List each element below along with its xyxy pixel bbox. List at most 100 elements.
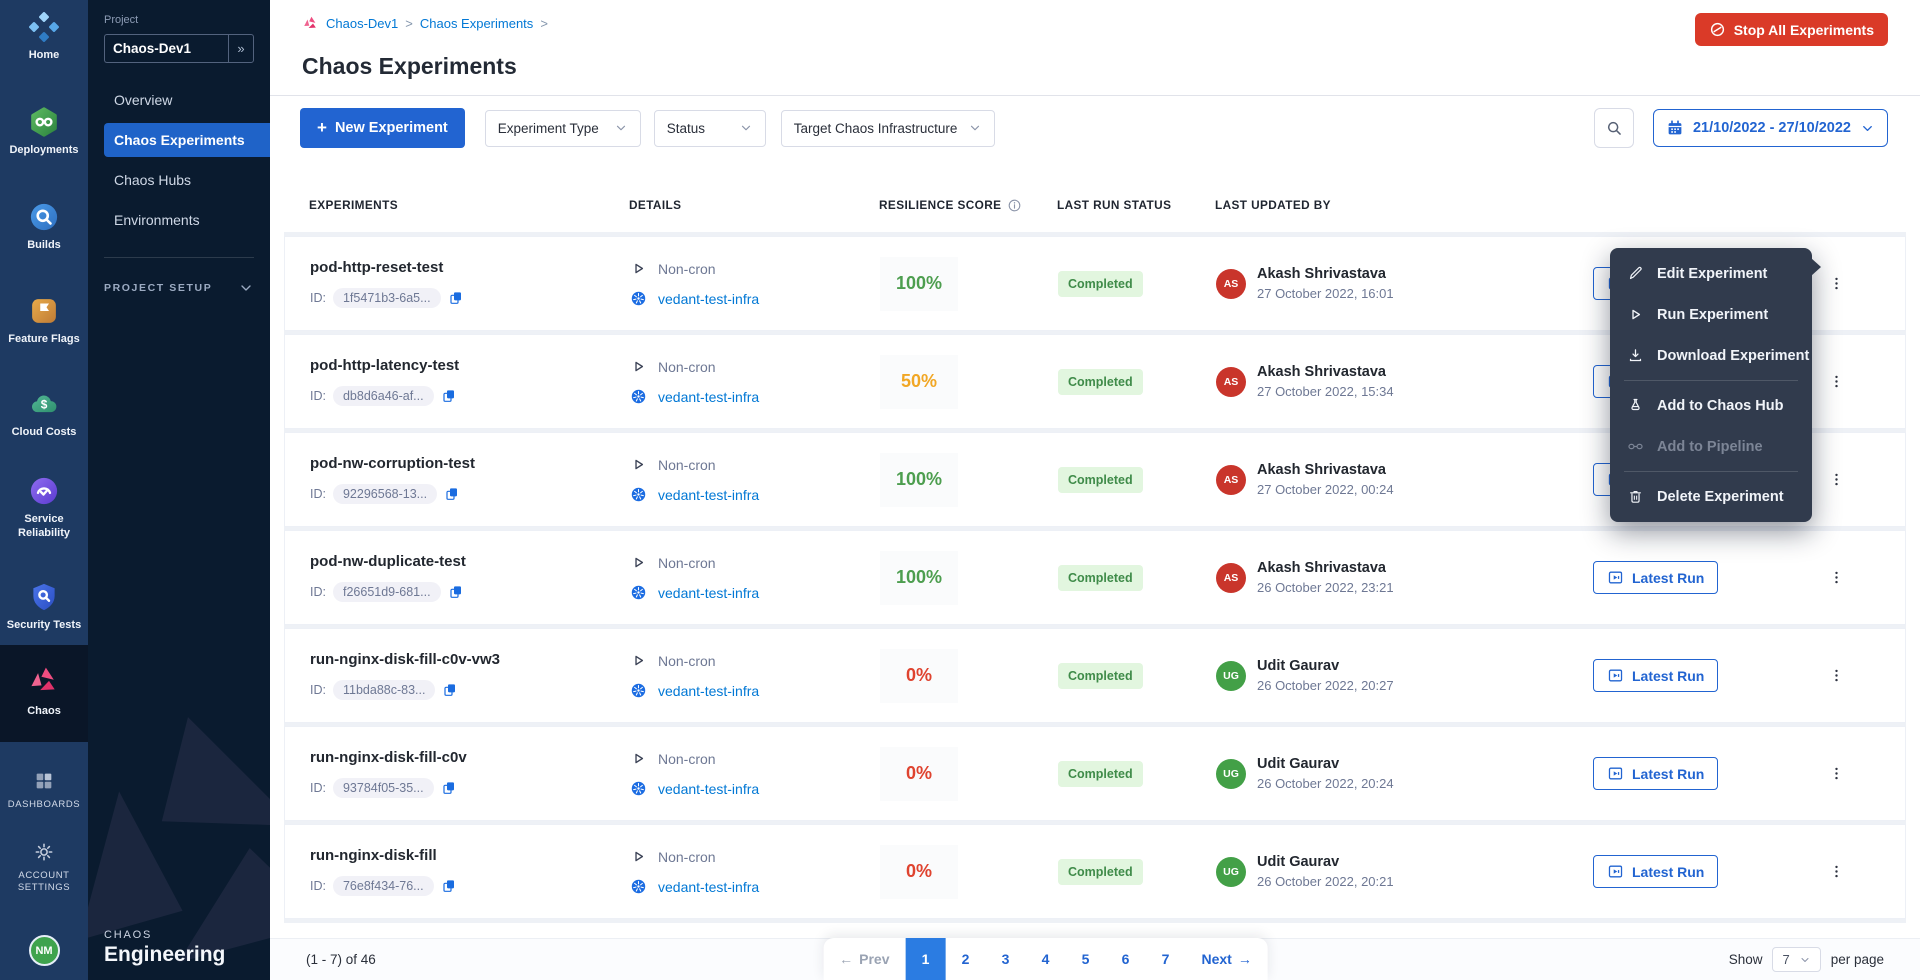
project-expand-button[interactable]: » [228,34,254,63]
infrastructure-link[interactable]: vedant-test-infra [658,487,759,503]
copy-icon[interactable] [444,486,460,502]
resilience-score: 100% [880,257,958,311]
project-name-input[interactable] [104,34,228,63]
cloud-costs-icon [28,389,60,419]
kebab-menu-icon[interactable] [1824,466,1849,493]
date-range-picker[interactable]: 21/10/2022 - 27/10/2022 [1653,109,1888,147]
experiment-name: run-nginx-disk-fill-c0v [310,749,630,766]
kebab-menu-icon[interactable] [1824,662,1849,689]
user-avatar[interactable]: NM [29,935,60,966]
rail-item-chaos-active[interactable]: Chaos [0,645,88,742]
updated-date: 27 October 2022, 00:24 [1257,482,1394,497]
project-selector: » [104,34,254,63]
infrastructure-link[interactable]: vedant-test-infra [658,585,759,601]
prev-page-button[interactable]: ←Prev [823,938,905,980]
menu-item-run-experiment[interactable]: Run Experiment [1610,294,1812,335]
latest-run-button[interactable]: Latest Run [1593,757,1718,790]
divider [104,257,254,258]
search-button[interactable] [1594,108,1634,148]
rail-item-home[interactable]: Home [0,12,88,63]
pagination-range: (1 - 7) of 46 [306,952,376,967]
experiment-id: 11bda88c-83... [333,680,435,700]
rail-item-builds[interactable]: Builds [0,202,88,253]
schedule-type: Non-cron [658,849,716,865]
rail-item-security-tests[interactable]: Security Tests [0,582,88,633]
infrastructure-link[interactable]: vedant-test-infra [658,781,759,797]
kubernetes-icon [630,486,647,503]
experiment-name: run-nginx-disk-fill [310,847,630,864]
sidebar-item-overview[interactable]: Overview [104,83,254,117]
latest-run-icon [1607,569,1624,586]
avatar: UG [1216,661,1246,691]
page-button-5[interactable]: 5 [1066,938,1106,980]
sidebar-item-chaos-hubs[interactable]: Chaos Hubs [104,163,254,197]
user-name: Udit Gaurav [1257,658,1394,674]
copy-icon[interactable] [441,780,457,796]
infrastructure-link[interactable]: vedant-test-infra [658,683,759,699]
project-setup-toggle[interactable]: PROJECT SETUP [104,280,254,296]
copy-icon[interactable] [448,290,464,306]
pipeline-icon [1627,438,1644,455]
infrastructure-link[interactable]: vedant-test-infra [658,389,759,405]
breadcrumb-link-project[interactable]: Chaos-Dev1 [326,16,398,31]
arrow-left-icon: ← [839,951,853,967]
copy-icon[interactable] [442,682,458,698]
updated-date: 26 October 2022, 20:27 [1257,678,1394,693]
latest-run-button[interactable]: Latest Run [1593,855,1718,888]
schedule-type: Non-cron [658,653,716,669]
infrastructure-link[interactable]: vedant-test-infra [658,291,759,307]
kebab-menu-icon[interactable] [1824,270,1849,297]
latest-run-button[interactable]: Latest Run [1593,659,1718,692]
rail-item-cloud-costs[interactable]: Cloud Costs [0,389,88,440]
target-infrastructure-filter[interactable]: Target Chaos Infrastructure [781,110,995,147]
sidebar-item-environments[interactable]: Environments [104,203,254,237]
security-tests-icon [29,582,59,612]
kebab-menu-icon[interactable] [1824,858,1849,885]
rail-item-account-settings[interactable]: ACCOUNT SETTINGS [0,841,88,894]
page-size-select[interactable]: 7 [1772,947,1820,972]
experiment-id: db8d6a46-af... [333,386,434,406]
user-name: Akash Shrivastava [1257,462,1394,478]
breadcrumb-link-chaos-experiments[interactable]: Chaos Experiments [420,16,533,31]
kebab-menu-icon[interactable] [1824,368,1849,395]
stop-all-experiments-button[interactable]: Stop All Experiments [1695,13,1888,46]
new-experiment-button[interactable]: + New Experiment [300,108,465,148]
kebab-menu-icon[interactable] [1824,564,1849,591]
page-button-1[interactable]: 1 [906,938,946,980]
copy-icon[interactable] [441,878,457,894]
column-details: DETAILS [629,198,879,212]
page-button-3[interactable]: 3 [986,938,1026,980]
rail-item-dashboards[interactable]: DASHBOARDS [0,770,88,811]
play-outline-icon [630,848,647,865]
menu-item-add-to-chaos-hub[interactable]: Add to Chaos Hub [1610,385,1812,426]
rail-item-service-reliability[interactable]: Service Reliability [0,476,88,541]
rail-item-deployments[interactable]: Deployments [0,107,88,158]
page-button-6[interactable]: 6 [1106,938,1146,980]
home-icon [29,12,59,42]
status-filter[interactable]: Status [654,110,766,147]
page-button-2[interactable]: 2 [946,938,986,980]
next-page-button[interactable]: Next→ [1186,938,1268,980]
resilience-score: 0% [880,747,958,801]
kubernetes-icon [630,878,647,895]
experiment-type-filter[interactable]: Experiment Type [485,110,641,147]
copy-icon[interactable] [441,388,457,404]
avatar: AS [1216,367,1246,397]
chevron-down-icon [1799,954,1811,966]
menu-item-download-experiment[interactable]: Download Experiment [1610,335,1812,376]
info-icon[interactable] [1007,198,1022,213]
menu-item-edit-experiment[interactable]: Edit Experiment [1610,253,1812,294]
rail-item-feature-flags[interactable]: Feature Flags [0,296,88,347]
kebab-menu-icon[interactable] [1824,760,1849,787]
chevron-down-icon [968,121,982,135]
latest-run-button[interactable]: Latest Run [1593,561,1718,594]
copy-icon[interactable] [448,584,464,600]
page-title: Chaos Experiments [270,46,1920,80]
toolbar: + New Experiment Experiment Type Status … [270,96,1920,148]
page-button-7[interactable]: 7 [1146,938,1186,980]
resilience-score: 0% [880,845,958,899]
infrastructure-link[interactable]: vedant-test-infra [658,879,759,895]
page-button-4[interactable]: 4 [1026,938,1066,980]
sidebar-item-chaos-experiments[interactable]: Chaos Experiments [104,123,270,157]
menu-item-delete-experiment[interactable]: Delete Experiment [1610,476,1812,517]
